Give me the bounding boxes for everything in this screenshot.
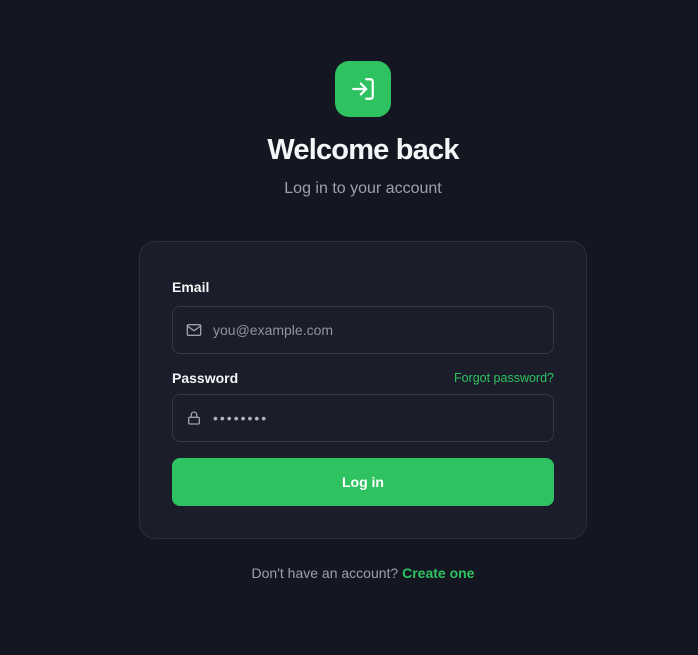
- login-button[interactable]: Log in: [172, 458, 554, 506]
- page-title: Welcome back: [267, 134, 459, 166]
- signup-prompt: Don't have an account? Create one: [0, 565, 698, 581]
- password-label: Password: [172, 370, 239, 386]
- mail-icon: [173, 322, 213, 338]
- signup-prompt-text: Don't have an account?: [251, 565, 399, 581]
- forgot-password-link[interactable]: Forgot password?: [454, 371, 554, 385]
- page-subtitle: Log in to your account: [284, 180, 442, 197]
- login-page: Welcome back Log in to your account Emai…: [0, 0, 698, 655]
- password-input[interactable]: [213, 395, 553, 441]
- email-label: Email: [172, 279, 210, 295]
- lock-icon: [173, 410, 213, 426]
- login-card: Email Password Forgot password? Log in: [139, 241, 587, 539]
- email-field[interactable]: [172, 306, 554, 354]
- email-input[interactable]: [213, 307, 553, 353]
- login-arrow-icon: [352, 78, 374, 100]
- create-account-link[interactable]: Create one: [402, 565, 474, 581]
- password-field[interactable]: [172, 394, 554, 442]
- app-logo: [335, 61, 391, 117]
